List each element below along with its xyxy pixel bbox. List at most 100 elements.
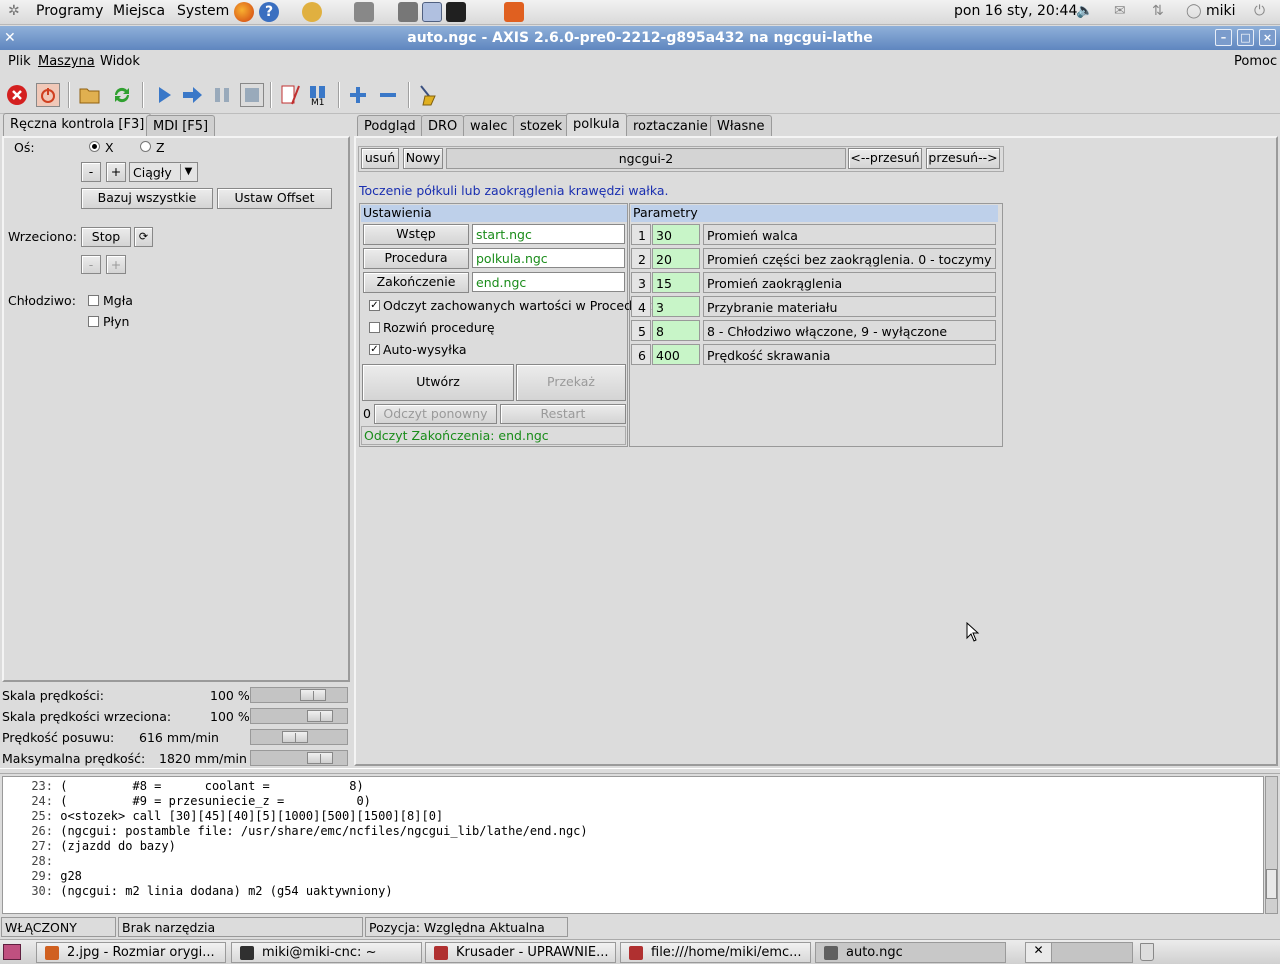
pause-icon[interactable] <box>210 83 234 107</box>
calculator-icon[interactable] <box>398 2 418 22</box>
spindle-direction-icon[interactable]: ⟳ <box>134 227 153 247</box>
postamble-button[interactable]: Zakończenie <box>363 272 469 293</box>
tab-manual-control[interactable]: Ręczna kontrola [F3] <box>3 113 152 137</box>
retain-label[interactable]: Odczyt zachowanych wartości w Procedurze <box>383 298 659 313</box>
param-value-input[interactable]: 20 <box>652 248 700 269</box>
maximize-button[interactable]: □ <box>1237 29 1254 46</box>
workspace-1[interactable]: ✕ <box>1026 943 1052 962</box>
window-menu-icon[interactable]: ✕ <box>4 26 16 50</box>
menu-programs[interactable]: Programy <box>36 3 103 19</box>
jog-plus-button[interactable]: + <box>106 162 126 182</box>
spindle-override-slider[interactable] <box>250 708 348 724</box>
tab-polkula[interactable]: polkula <box>566 113 627 137</box>
block-delete-icon[interactable] <box>278 83 302 107</box>
taskbar-item[interactable]: Krusader - UPRAWNIE... <box>425 942 616 963</box>
gcode-text-area[interactable]: 23: ( #8 = coolant = 8) 24: ( #9 = przes… <box>2 776 1264 914</box>
show-desktop-icon[interactable] <box>3 944 21 960</box>
menu-help[interactable]: Pomoc <box>1234 54 1277 69</box>
code-scrollbar-thumb[interactable] <box>1266 869 1277 899</box>
preamble-button[interactable]: Wstęp <box>363 224 469 245</box>
taskbar-item[interactable]: file:///home/miki/emc... <box>620 942 811 963</box>
touch-off-button[interactable]: Ustaw Offset <box>217 188 332 209</box>
max-velocity-slider[interactable] <box>250 750 348 766</box>
mist-label[interactable]: Mgła <box>103 293 133 308</box>
param-value-input[interactable]: 15 <box>652 272 700 293</box>
chevron-down-icon[interactable]: ▼ <box>180 164 196 180</box>
open-file-icon[interactable] <box>78 83 102 107</box>
autosend-label[interactable]: Auto-wysyłka <box>383 342 467 357</box>
menu-places[interactable]: Miejsca <box>113 3 165 19</box>
volume-icon[interactable]: 🔈 <box>1076 3 1093 19</box>
max-velocity-knob[interactable] <box>307 752 333 764</box>
autosend-checkbox[interactable]: ✓ <box>369 344 380 355</box>
feed-override-slider[interactable] <box>250 687 348 703</box>
menu-machine[interactable]: Maszyna <box>38 54 95 69</box>
param-value-input[interactable]: 8 <box>652 320 700 341</box>
help-icon[interactable]: ? <box>259 2 279 22</box>
mail-icon[interactable]: ✉ <box>1114 3 1126 19</box>
expand-label[interactable]: Rozwiń procedurę <box>383 320 495 335</box>
workspace-switcher[interactable]: ✕ <box>1025 942 1133 963</box>
power-icon[interactable]: ⏻ <box>1254 3 1265 19</box>
feed-override-knob[interactable] <box>300 689 326 701</box>
stop-icon[interactable] <box>240 83 264 107</box>
terminal-icon[interactable] <box>446 2 466 22</box>
screenshot-icon[interactable] <box>354 2 374 22</box>
taskbar-item[interactable]: miki@miki-cnc: ~ <box>231 942 422 963</box>
spindle-faster-button[interactable]: + <box>106 255 126 274</box>
run-icon[interactable] <box>152 83 176 107</box>
flood-label[interactable]: Płyn <box>103 314 129 329</box>
jog-speed-slider[interactable] <box>250 729 348 745</box>
spindle-stop-button[interactable]: Stop <box>81 227 131 247</box>
network-icon[interactable]: ⇅ <box>1152 3 1164 19</box>
tab-walec[interactable]: walec <box>463 115 515 137</box>
jog-minus-button[interactable]: - <box>81 162 101 182</box>
user-name[interactable]: miki <box>1206 3 1236 19</box>
code-scrollbar[interactable] <box>1265 776 1278 914</box>
axis-z-radio[interactable] <box>140 141 151 152</box>
procedure-file[interactable]: polkula.ngc <box>472 248 625 268</box>
jog-mode-select[interactable]: Ciągły ▼ <box>129 162 198 182</box>
retain-checkbox[interactable]: ✓ <box>369 300 380 311</box>
home-all-button[interactable]: Bazuj wszystkie <box>81 188 213 209</box>
menu-system[interactable]: System <box>177 3 229 19</box>
procedure-button[interactable]: Procedura <box>363 248 469 269</box>
reread-button[interactable]: Odczyt ponowny <box>374 404 497 424</box>
spindle-override-knob[interactable] <box>307 710 333 722</box>
clear-plot-icon[interactable] <box>416 83 440 107</box>
tab-mdi[interactable]: MDI [F5] <box>146 115 216 137</box>
menu-view[interactable]: Widok <box>100 54 140 69</box>
step-icon[interactable] <box>180 83 204 107</box>
trash-icon[interactable] <box>1140 943 1154 961</box>
taskbar-item[interactable]: 2.jpg - Rozmiar orygi... <box>36 942 226 963</box>
param-value-input[interactable]: 30 <box>652 224 700 245</box>
new-page-button[interactable]: Nowy <box>403 148 443 169</box>
remove-page-button[interactable]: usuń <box>361 148 399 169</box>
axis-x-radio[interactable] <box>89 141 100 152</box>
pointer-icon[interactable] <box>422 2 442 22</box>
spindle-slower-button[interactable]: - <box>81 255 101 274</box>
close-button[interactable]: × <box>1259 29 1276 46</box>
zoom-in-icon[interactable] <box>346 83 370 107</box>
param-value-input[interactable]: 3 <box>652 296 700 317</box>
pane-splitter[interactable] <box>0 768 1280 774</box>
axis-x-label[interactable]: X <box>105 140 114 155</box>
reload-icon[interactable] <box>110 83 134 107</box>
minimize-button[interactable]: – <box>1215 29 1232 46</box>
preamble-file[interactable]: start.ngc <box>472 224 625 244</box>
axis-z-label[interactable]: Z <box>156 140 165 155</box>
tab-roztaczanie[interactable]: roztaczanie <box>626 115 715 137</box>
gnome-foot-icon[interactable]: ✲ <box>8 3 20 19</box>
tab-custom[interactable]: Własne <box>710 115 772 137</box>
clock[interactable]: pon 16 sty, 20:44 <box>954 3 1077 19</box>
finalize-button[interactable]: Przekaż <box>516 364 626 401</box>
param-value-input[interactable]: 400 <box>652 344 700 365</box>
window-titlebar[interactable]: ✕ auto.ngc - AXIS 2.6.0-pre0-2212-g895a4… <box>0 26 1280 50</box>
tab-preview[interactable]: Podgląd <box>357 115 423 137</box>
move-left-button[interactable]: <--przesuń <box>848 148 922 169</box>
taskbar-item-active[interactable]: auto.ngc <box>815 942 1006 963</box>
postamble-file[interactable]: end.ngc <box>472 272 625 292</box>
tux-icon[interactable] <box>302 2 322 22</box>
estop-icon[interactable] <box>5 83 29 107</box>
files-icon[interactable] <box>504 2 524 22</box>
